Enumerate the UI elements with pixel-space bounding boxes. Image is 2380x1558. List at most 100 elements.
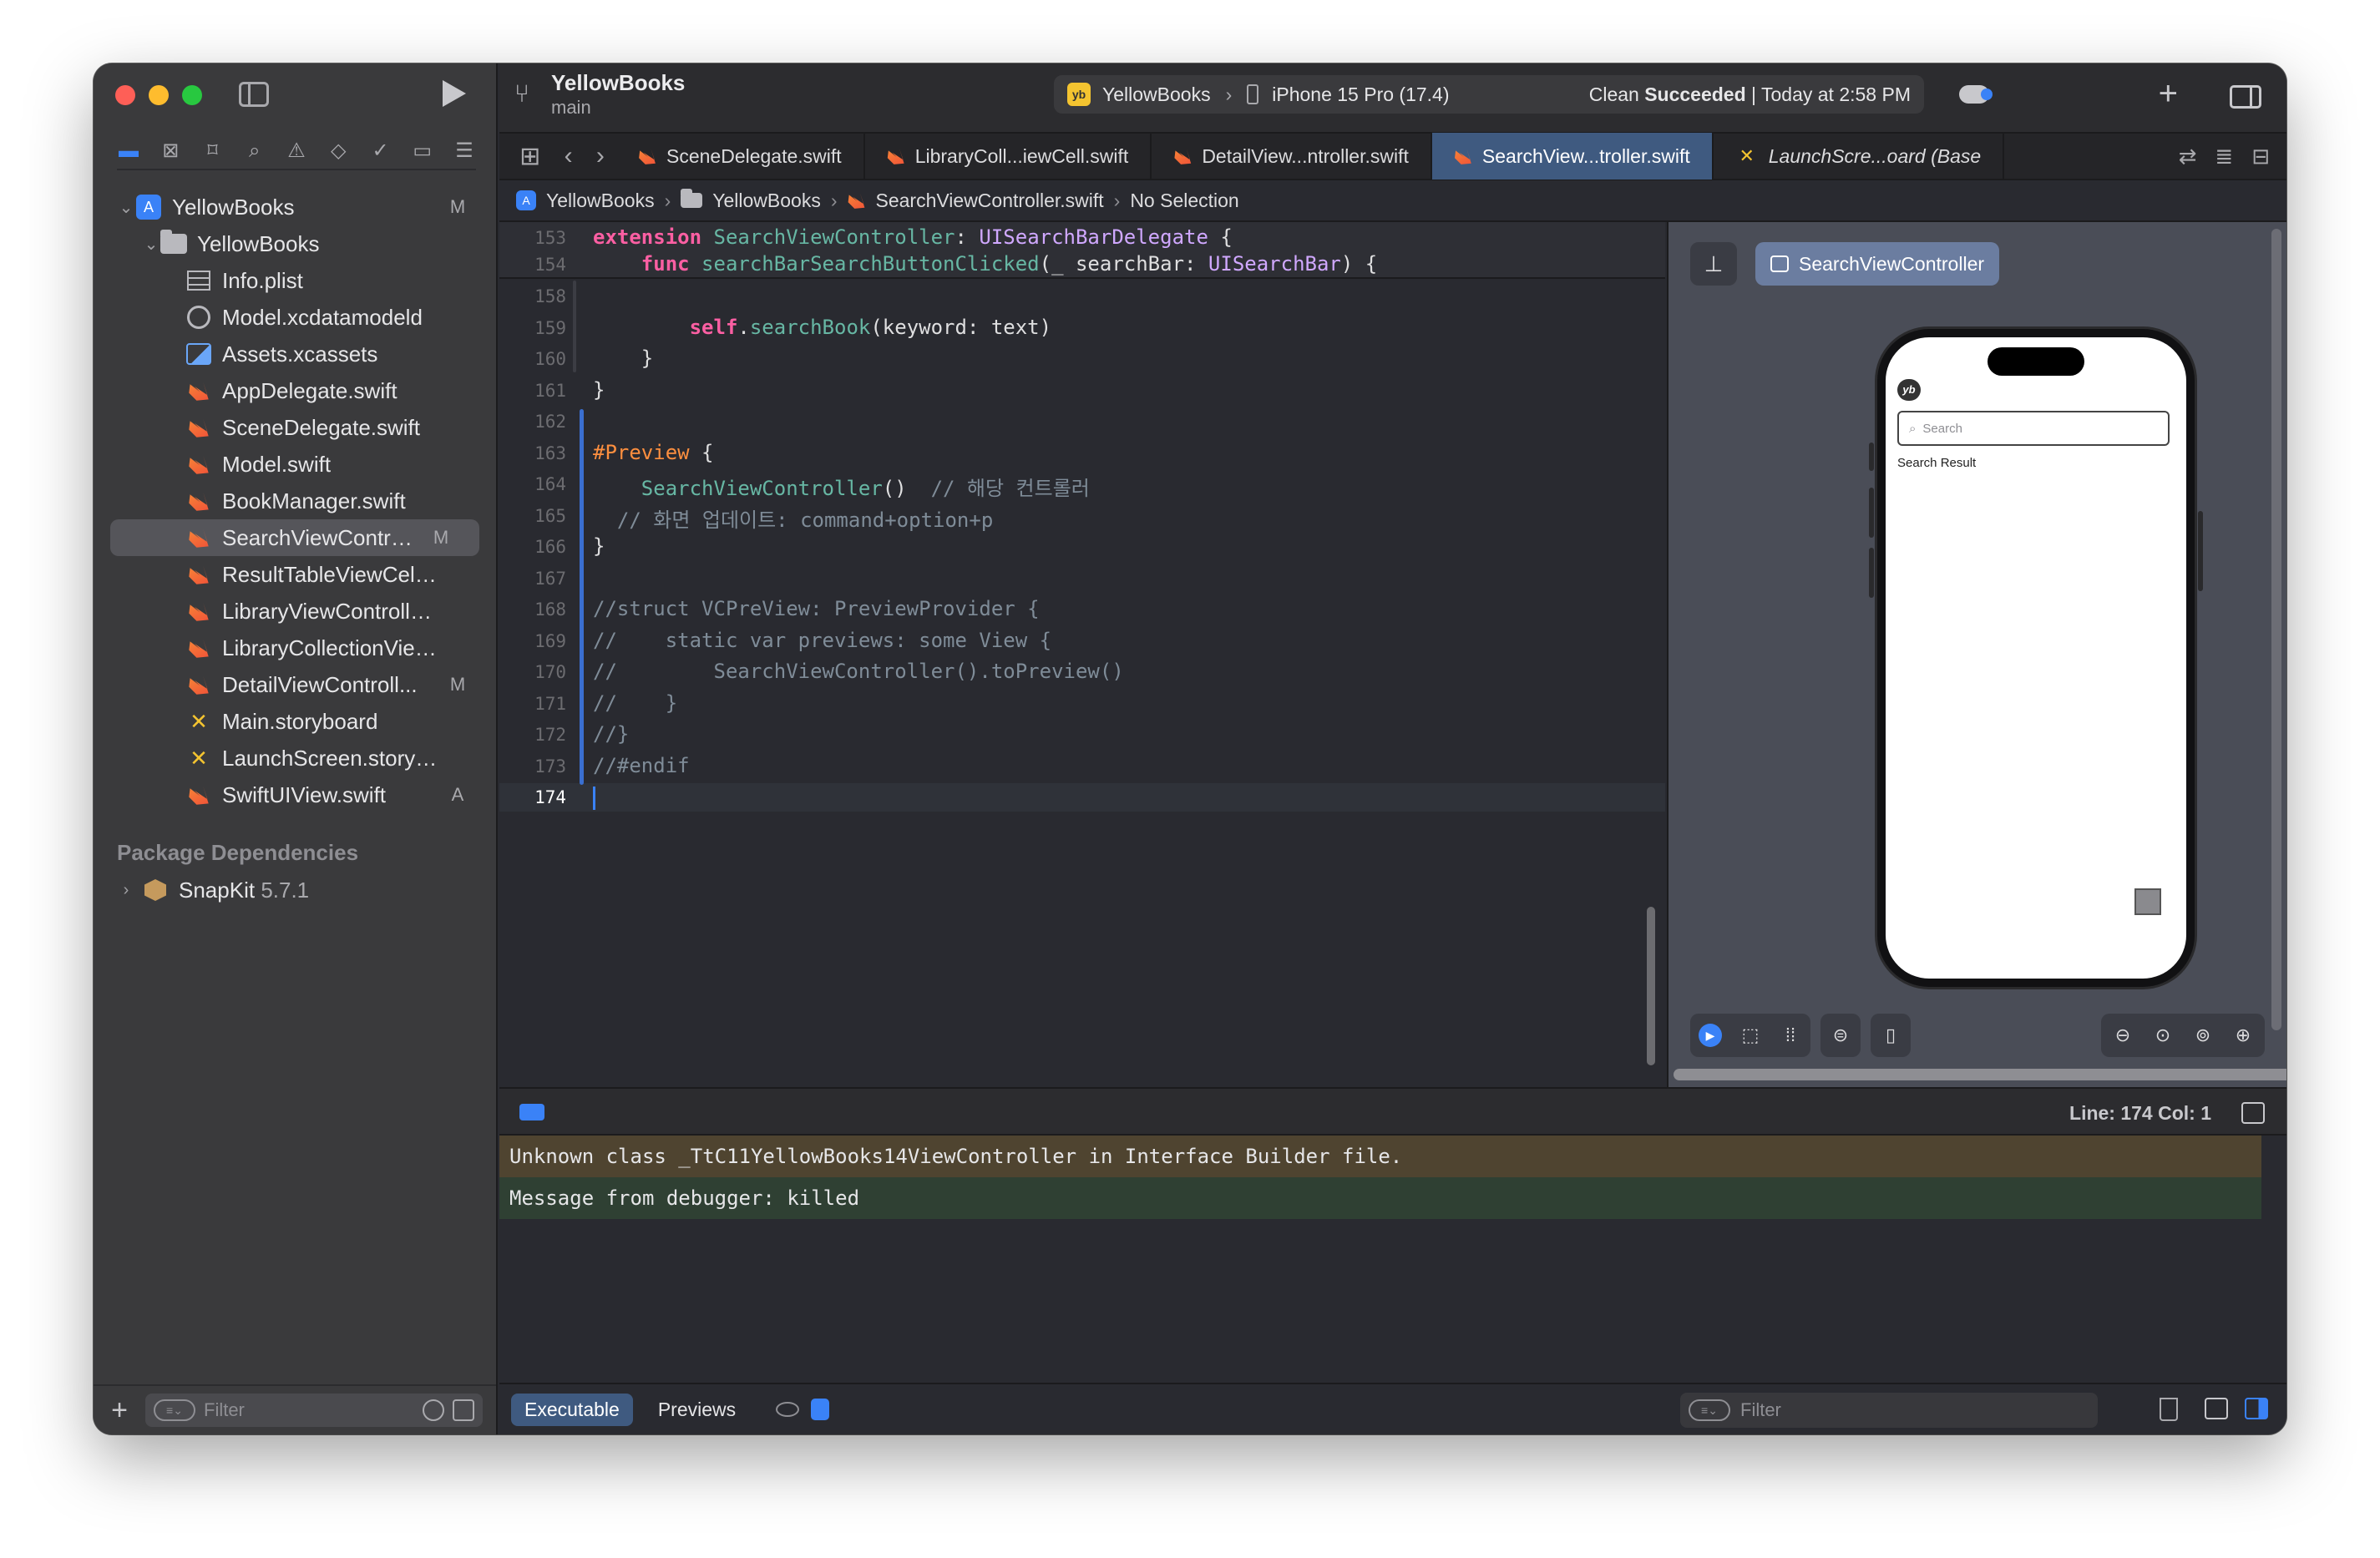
bookmark-icon[interactable]: ⌑: [201, 139, 225, 163]
run-destination-selector[interactable]: iPhone 15 Pro (17.4): [1272, 83, 1449, 106]
navigator-item[interactable]: DetailViewControll... M: [94, 666, 496, 703]
report-icon[interactable]: ☰: [453, 139, 476, 163]
tab-executable[interactable]: Executable: [511, 1393, 633, 1426]
chevron-right-icon[interactable]: ›: [117, 881, 135, 900]
add-editor-icon[interactable]: ⊟: [2251, 144, 2270, 169]
project-navigator-tree: ⌄ A YellowBooks M ⌄ YellowBooks Info.plist Mode…: [94, 189, 496, 813]
preview-canvas: ⊥ SearchViewController yb ⌕ Search Searc…: [1667, 222, 2286, 1087]
hide-debug-area-icon[interactable]: [2241, 1102, 2265, 1124]
jumpbar-project[interactable]: YellowBooks: [546, 190, 655, 212]
variables-view-icon[interactable]: [2205, 1398, 2228, 1419]
breakpoint-icon[interactable]: ▭: [411, 139, 434, 163]
navigator-item[interactable]: SwiftUIView.swift A: [94, 776, 496, 813]
library-add-icon[interactable]: +: [2159, 75, 2178, 113]
forward-icon[interactable]: ›: [596, 142, 605, 170]
code-line: //struct VCPreView: PreviewProvider {: [593, 597, 1040, 620]
navigator-item[interactable]: ResultTableViewCell.s...: [94, 556, 496, 593]
zoom-in-icon[interactable]: ⊕: [2231, 1024, 2255, 1047]
source-control-filter-icon[interactable]: [453, 1399, 474, 1421]
navigator-item[interactable]: Model.xcdatamodeld: [94, 299, 496, 336]
editor-tab[interactable]: ✕ LaunchScre...oard (Base: [1714, 133, 2005, 180]
diamond-icon[interactable]: ◇: [327, 139, 350, 163]
inspector-toggle-icon[interactable]: [2230, 85, 2261, 109]
editor-scrollbar[interactable]: [1647, 907, 1655, 1065]
swap-icon[interactable]: ⇄: [2179, 144, 2197, 169]
sidebar-toggle-icon[interactable]: [239, 82, 269, 107]
package-row[interactable]: › SnapKit 5.7.1: [94, 872, 496, 908]
grid-icon[interactable]: ⊞: [519, 142, 540, 171]
canvas-horizontal-scrollbar[interactable]: [1674, 1069, 2286, 1080]
warning-icon[interactable]: ⚠: [285, 139, 308, 163]
preview-selector[interactable]: SearchViewController: [1755, 242, 2000, 286]
editor-tab[interactable]: DetailView...ntroller.swift: [1152, 133, 1432, 180]
device-group: ▯: [1871, 1014, 1911, 1057]
line-number: 164: [534, 474, 566, 494]
source-editor[interactable]: 153 extension SearchViewController: UISea…: [499, 222, 1665, 1087]
close-window-button[interactable]: [115, 85, 135, 105]
device-settings-icon[interactable]: ⊜: [1829, 1024, 1852, 1047]
code-line: func searchBarSearchButtonClicked(_ sear…: [641, 252, 1378, 276]
recent-files-icon[interactable]: [423, 1399, 444, 1421]
editor-options-icon[interactable]: ≣: [2215, 144, 2233, 169]
editor-tab[interactable]: SceneDelegate.swift: [616, 133, 865, 180]
run-button[interactable]: [443, 80, 466, 107]
tab-previews[interactable]: Previews: [645, 1394, 749, 1426]
editor-tab[interactable]: LibraryColl...iewCell.swift: [865, 133, 1152, 180]
preview-search-bar[interactable]: ⌕ Search: [1897, 411, 2170, 446]
test-icon[interactable]: ✓: [369, 139, 392, 163]
trash-icon[interactable]: [2160, 1398, 2178, 1421]
search-icon[interactable]: ⌕: [243, 139, 266, 163]
file-icon-wrap: [185, 305, 212, 330]
selectable-mode-icon[interactable]: ⬚: [1739, 1024, 1762, 1047]
navigator-item[interactable]: SearchViewControll... M: [110, 519, 479, 556]
navigator-item[interactable]: ⌄ YellowBooks: [94, 225, 496, 262]
debug-area-toggle-icon[interactable]: [519, 1104, 544, 1120]
device-icon[interactable]: ▯: [1879, 1024, 1902, 1047]
navigator-item[interactable]: Model.swift: [94, 446, 496, 483]
navigator-filter-input[interactable]: ≡⌄ Filter: [145, 1394, 483, 1427]
zoom-out-icon[interactable]: ⊖: [2111, 1024, 2134, 1047]
zoom-window-button[interactable]: [182, 85, 202, 105]
console-filter-input[interactable]: ≡⌄ Filter: [1680, 1393, 2098, 1428]
phone-screen[interactable]: yb ⌕ Search Search Result: [1886, 337, 2186, 979]
scheme-selector[interactable]: YellowBooks: [1102, 83, 1211, 106]
navigator-item[interactable]: ⌄ A YellowBooks M: [94, 189, 496, 225]
console-view-icon[interactable]: [2245, 1398, 2268, 1419]
x-square-icon[interactable]: ⊠: [159, 139, 182, 163]
navigator-item[interactable]: ✕ Main.storyboard: [94, 703, 496, 740]
variants-icon[interactable]: ⁞⁞: [1779, 1024, 1802, 1047]
cloud-icon[interactable]: [1959, 85, 1993, 104]
eye-icon[interactable]: [776, 1402, 800, 1417]
branch-name[interactable]: main: [551, 97, 591, 119]
navigator-item[interactable]: ✕ LaunchScreen.storybo...: [94, 740, 496, 776]
minimize-window-button[interactable]: [149, 85, 169, 105]
swift-file-icon: [848, 193, 865, 209]
canvas-vertical-scrollbar[interactable]: [2271, 229, 2281, 1030]
navigator-item[interactable]: LibraryCollectionView...: [94, 630, 496, 666]
line-number: 170: [534, 662, 566, 682]
jumpbar-selection[interactable]: No Selection: [1130, 190, 1238, 212]
debug-console[interactable]: Unknown class _TtC11YellowBooks14ViewCon…: [499, 1136, 2286, 1383]
add-icon[interactable]: +: [107, 1394, 132, 1427]
editor-tab[interactable]: SearchView...troller.swift: [1431, 133, 1714, 180]
jumpbar-file[interactable]: SearchViewController.swift: [876, 190, 1104, 212]
pin-icon[interactable]: ⊥: [1690, 242, 1737, 286]
data-model-icon: [187, 306, 210, 329]
zoom-actual-icon[interactable]: ⊙: [2151, 1024, 2175, 1047]
console-options-icon[interactable]: [811, 1399, 830, 1420]
chevron-down-icon[interactable]: ⌄: [142, 234, 160, 255]
navigator-item[interactable]: Assets.xcassets: [94, 336, 496, 372]
navigator-item[interactable]: Info.plist: [94, 262, 496, 299]
navigator-item[interactable]: SceneDelegate.swift: [94, 409, 496, 446]
back-icon[interactable]: ‹: [565, 142, 573, 170]
folder-icon[interactable]: ▬: [117, 139, 140, 163]
jumpbar-group[interactable]: YellowBooks: [712, 190, 821, 212]
navigator-item[interactable]: LibraryViewController....: [94, 593, 496, 630]
navigator-item[interactable]: AppDelegate.swift: [94, 372, 496, 409]
zoom-fit-icon[interactable]: ⊚: [2191, 1024, 2215, 1047]
navigator-item[interactable]: BookManager.swift: [94, 483, 496, 519]
live-preview-icon[interactable]: ▶: [1699, 1024, 1722, 1047]
code-line: SearchViewController() // 해당 컨트롤러: [641, 477, 1090, 500]
jump-bar: A YellowBooks › YellowBooks › SearchView…: [499, 180, 2286, 222]
chevron-down-icon[interactable]: ⌄: [117, 197, 135, 218]
